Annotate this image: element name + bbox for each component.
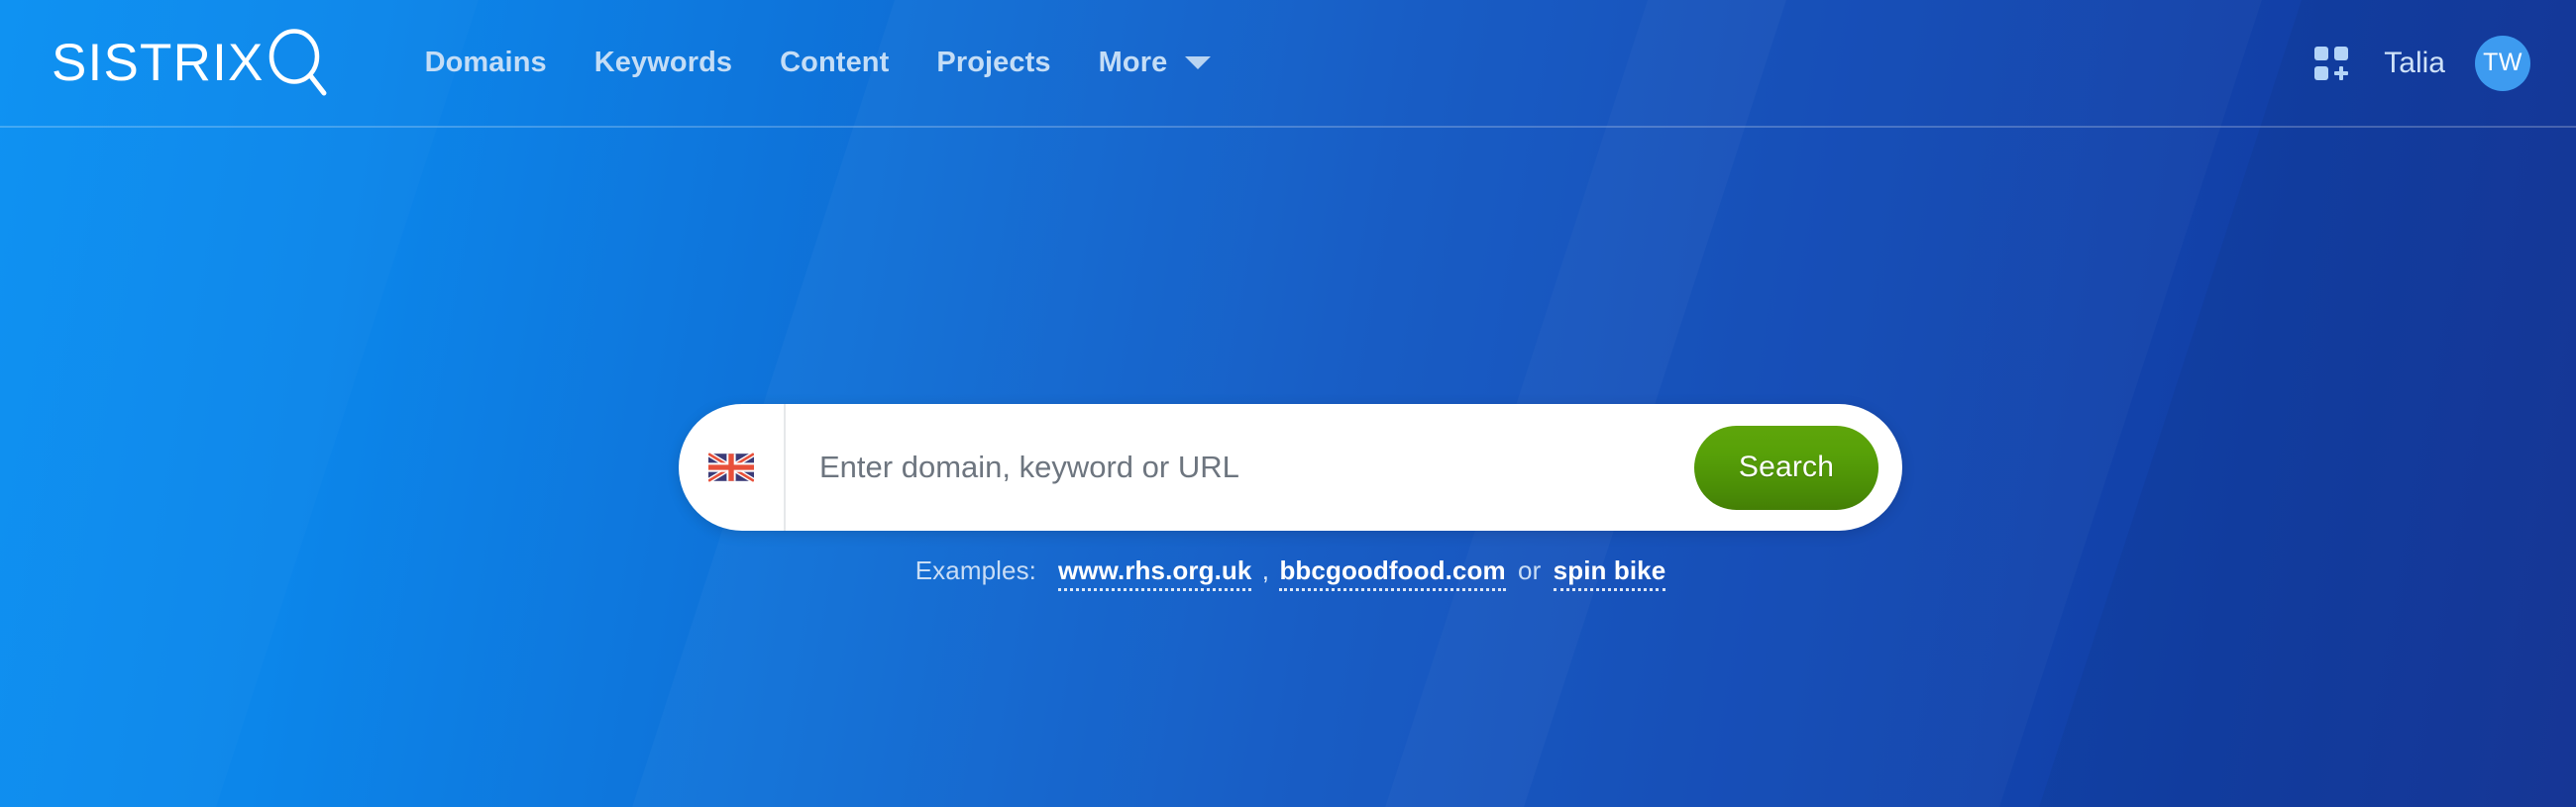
example-link-bbcgoodfood[interactable]: bbcgoodfood.com bbox=[1279, 555, 1506, 591]
grid-square bbox=[2334, 46, 2349, 60]
chevron-down-icon bbox=[1185, 56, 1212, 69]
grid-square bbox=[2314, 65, 2329, 80]
header-divider bbox=[0, 126, 2576, 128]
search-button[interactable]: Search bbox=[1694, 425, 1878, 510]
search-section: Search Examples: www.rhs.org.uk , bbcgoo… bbox=[679, 404, 1902, 591]
country-selector[interactable] bbox=[679, 404, 786, 531]
example-link-spin-bike[interactable]: spin bike bbox=[1553, 555, 1666, 591]
avatar[interactable]: TW bbox=[2475, 35, 2530, 91]
logo-wordmark: SISTRIX bbox=[52, 34, 265, 92]
nav-label: Content bbox=[780, 47, 890, 78]
apps-grid-add-icon[interactable] bbox=[2314, 46, 2349, 80]
magnifying-glass-icon bbox=[268, 28, 327, 95]
user-name-label[interactable]: Talia bbox=[2384, 47, 2445, 80]
examples-line: Examples: www.rhs.org.uk , bbcgoodfood.c… bbox=[679, 555, 1902, 591]
nav-label: Domains bbox=[424, 47, 547, 78]
nav-item-keywords[interactable]: Keywords bbox=[571, 47, 756, 79]
sistrix-homepage: SISTRIX Domains Keywords Content Project… bbox=[0, 0, 2576, 807]
nav-item-projects[interactable]: Projects bbox=[912, 47, 1074, 79]
nav-label: Keywords bbox=[593, 47, 733, 78]
examples-conjunction: or bbox=[1518, 555, 1542, 585]
plus-icon bbox=[2334, 65, 2349, 80]
example-link-rhs[interactable]: www.rhs.org.uk bbox=[1057, 555, 1252, 591]
examples-separator: , bbox=[1261, 555, 1270, 585]
nav-label: Projects bbox=[936, 47, 1051, 78]
nav-item-content[interactable]: Content bbox=[756, 47, 912, 79]
sistrix-logo[interactable]: SISTRIX bbox=[52, 0, 328, 126]
uk-flag-icon bbox=[708, 453, 754, 482]
examples-label: Examples: bbox=[914, 555, 1036, 585]
header-right-actions: Talia TW bbox=[2314, 0, 2530, 126]
main-nav: Domains Keywords Content Projects More bbox=[425, 0, 1235, 126]
grid-square bbox=[2314, 46, 2329, 60]
nav-item-more[interactable]: More bbox=[1075, 47, 1235, 79]
top-navigation-bar: SISTRIX Domains Keywords Content Project… bbox=[0, 0, 2576, 126]
search-input[interactable] bbox=[786, 404, 1694, 531]
nav-label: More bbox=[1098, 47, 1168, 78]
nav-item-domains[interactable]: Domains bbox=[425, 47, 571, 79]
search-bar: Search bbox=[679, 404, 1902, 531]
